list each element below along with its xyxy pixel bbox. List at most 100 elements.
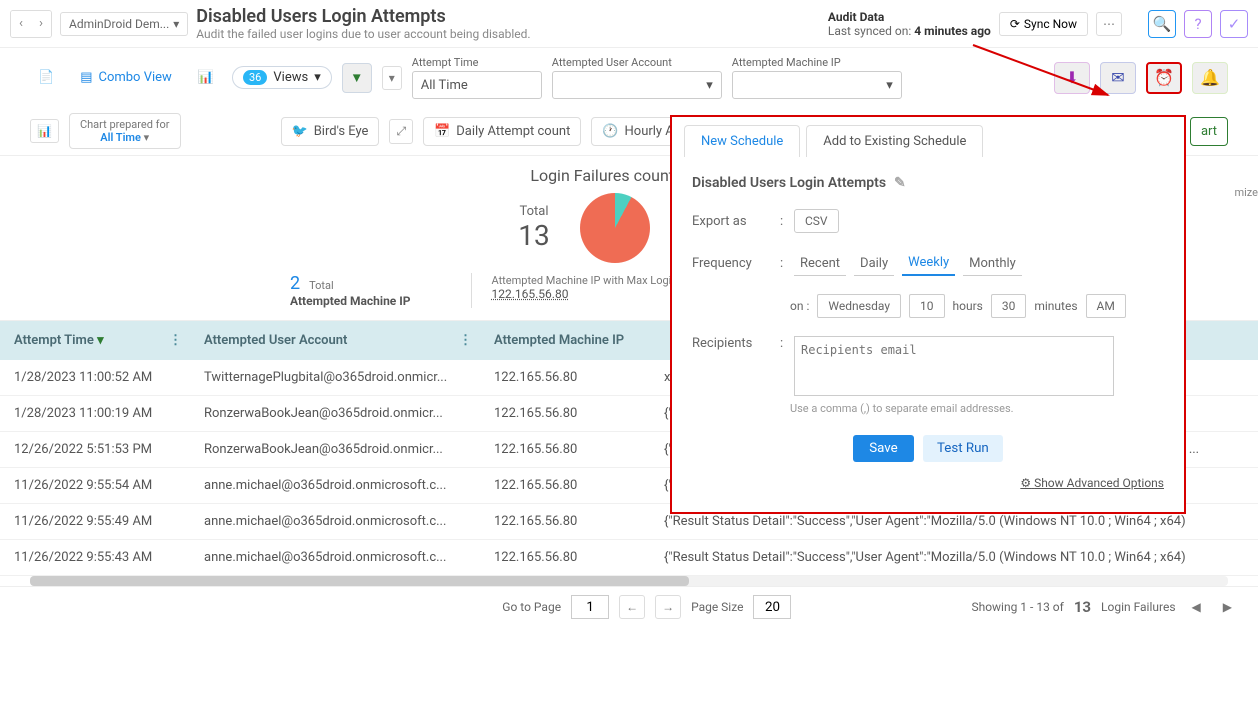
audit-info: Audit Data Last synced on: 4 minutes ago — [828, 10, 991, 38]
table-cell: {"Result Status Detail":"Success","User … — [650, 540, 1258, 576]
filter-more-button[interactable]: ▾ — [382, 66, 402, 90]
summary-total: 2 Total Attempted Machine IP — [290, 273, 411, 308]
goto-label: Go to Page — [502, 600, 561, 614]
total-block: Total 13 — [518, 204, 549, 252]
combo-view-button[interactable]: ▤Combo View — [72, 66, 180, 89]
horizontal-scrollbar[interactable] — [30, 576, 1228, 586]
frequency-label: Frequency — [692, 256, 772, 271]
combo-icon: ▤ — [80, 70, 92, 85]
chart-toggle-button[interactable]: art — [1190, 117, 1228, 146]
refresh-icon: ⟳ — [1010, 17, 1020, 31]
advanced-options-link[interactable]: Show Advanced Options — [1034, 476, 1164, 490]
attempt-time-label: Attempt Time — [412, 56, 542, 69]
recipients-label: Recipients — [692, 336, 772, 351]
col-ip[interactable]: Attempted Machine IP — [480, 321, 650, 360]
bird-icon: 🐦 — [292, 124, 308, 139]
table-cell: TwitternagePlugbital@o365droid.onmicr... — [190, 360, 480, 396]
freq-weekly[interactable]: Weekly — [902, 251, 955, 276]
table-cell: 122.165.56.80 — [480, 540, 650, 576]
customize-button[interactable]: mize — [1234, 186, 1258, 199]
pager-prev[interactable]: ◀ — [1186, 596, 1207, 618]
freq-recent[interactable]: Recent — [794, 252, 846, 276]
freq-daily[interactable]: Daily — [854, 252, 894, 276]
alert-button[interactable]: 🔔 — [1192, 62, 1228, 94]
schedule-modal: New Schedule Add to Existing Schedule Di… — [670, 115, 1186, 514]
max-ip-link[interactable]: 122.165.56.80 — [492, 287, 569, 301]
table-cell: 1/28/2023 11:00:52 AM — [0, 360, 190, 396]
page-input[interactable] — [571, 595, 609, 619]
schedule-title: Disabled Users Login Attempts — [692, 175, 886, 191]
table-row[interactable]: 11/26/2022 9:55:43 AManne.michael@o365dr… — [0, 540, 1258, 576]
hours-input[interactable]: 10 — [909, 294, 945, 318]
chevron-down-icon: ▾ — [706, 78, 713, 93]
calendar-icon: 📅 — [434, 124, 450, 139]
test-run-button[interactable]: Test Run — [923, 435, 1003, 462]
birds-eye-tab[interactable]: 🐦Bird's Eye — [281, 117, 380, 146]
machine-ip-filter[interactable]: ▾ — [732, 71, 902, 99]
table-cell: 122.165.56.80 — [480, 396, 650, 432]
funnel-icon: ▼ — [350, 70, 363, 86]
table-cell: anne.michael@o365droid.onmicrosoft.c... — [190, 540, 480, 576]
recipients-input[interactable] — [794, 336, 1114, 396]
doc-view-button[interactable]: 📄 — [30, 66, 62, 89]
sync-now-button[interactable]: ⟳ Sync Now — [999, 12, 1088, 36]
nav-back-button[interactable]: ‹ — [11, 11, 31, 37]
table-cell: RonzerwaBookJean@o365droid.onmicr... — [190, 396, 480, 432]
page-title: Disabled Users Login Attempts — [196, 6, 820, 27]
table-cell: 122.165.56.80 — [480, 504, 650, 540]
on-label: on : — [790, 299, 809, 313]
pagesize-label: Page Size — [691, 600, 743, 614]
callout-arrow — [968, 40, 1128, 110]
check-button[interactable]: ✓ — [1220, 10, 1248, 38]
export-format-select[interactable]: CSV — [794, 209, 839, 233]
page-prev[interactable]: ← — [619, 595, 645, 619]
table-cell: anne.michael@o365droid.onmicrosoft.c... — [190, 504, 480, 540]
ampm-select[interactable]: AM — [1086, 294, 1126, 318]
chartonly-button[interactable]: 📊 — [190, 66, 222, 89]
views-count-badge: 36 — [243, 70, 267, 85]
more-button[interactable]: ⋯ — [1096, 12, 1122, 36]
table-cell: 122.165.56.80 — [480, 360, 650, 396]
table-cell: anne.michael@o365droid.onmicrosoft.c... — [190, 468, 480, 504]
views-dropdown[interactable]: 36 Views ▾ — [232, 66, 332, 89]
page-next[interactable]: → — [655, 595, 681, 619]
pagesize-input[interactable] — [753, 595, 791, 619]
col-attempt-time[interactable]: Attempt Time ▾⋮ — [0, 321, 190, 360]
table-cell: 122.165.56.80 — [480, 468, 650, 504]
day-select[interactable]: Wednesday — [817, 294, 901, 318]
attempt-time-filter[interactable]: All Time — [412, 71, 542, 99]
search-button[interactable]: 🔍 — [1148, 10, 1176, 38]
alarm-clock-icon: ⏰ — [1154, 68, 1174, 87]
schedule-button[interactable]: ⏰ — [1146, 62, 1182, 94]
pager-next[interactable]: ▶ — [1217, 596, 1238, 618]
pencil-icon[interactable]: ✎ — [894, 175, 906, 191]
chevron-down-icon: ▾ — [886, 78, 893, 93]
tab-new-schedule[interactable]: New Schedule — [684, 125, 800, 157]
chart-type-button[interactable]: 📊 — [30, 119, 59, 143]
help-button[interactable]: ? — [1184, 10, 1212, 38]
filter-button[interactable]: ▼ — [342, 63, 372, 93]
daily-tab[interactable]: 📅Daily Attempt count — [423, 117, 581, 146]
user-account-filter[interactable]: ▾ — [552, 71, 722, 99]
nav-fwd-button[interactable]: › — [31, 11, 51, 37]
machine-ip-label: Attempted Machine IP — [732, 56, 902, 69]
page-subtitle: Audit the failed user logins due to user… — [196, 27, 820, 41]
col-user[interactable]: Attempted User Account⋮ — [190, 321, 480, 360]
search-icon: 🔍 — [1153, 15, 1172, 33]
user-account-label: Attempted User Account — [552, 56, 722, 69]
pie-chart — [580, 193, 650, 263]
chart-prepared-for[interactable]: Chart prepared for All Time ▾ — [69, 113, 181, 149]
bell-icon: 🔔 — [1200, 68, 1220, 87]
table-cell: RonzerwaBookJean@o365droid.onmicr... — [190, 432, 480, 468]
expand-icon-button[interactable]: ⤢ — [389, 119, 413, 144]
table-cell: 11/26/2022 9:55:49 AM — [0, 504, 190, 540]
breadcrumb[interactable]: AdminDroid Dem... ▾ — [60, 12, 188, 36]
check-icon: ✓ — [1228, 15, 1241, 33]
help-icon: ? — [1194, 15, 1201, 33]
save-button[interactable]: Save — [853, 435, 914, 462]
mins-input[interactable]: 30 — [991, 294, 1027, 318]
table-cell: 12/26/2022 5:51:53 PM — [0, 432, 190, 468]
gear-icon: ⚙ — [1020, 476, 1031, 490]
freq-monthly[interactable]: Monthly — [963, 252, 1022, 276]
tab-add-existing[interactable]: Add to Existing Schedule — [806, 125, 983, 157]
